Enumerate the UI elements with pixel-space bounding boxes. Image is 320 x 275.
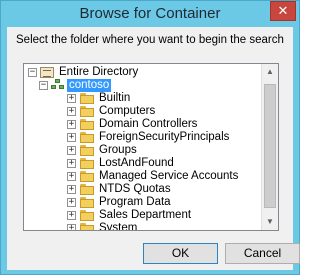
tree-node-contoso[interactable]: − contoso <box>24 79 260 92</box>
expand-icon[interactable]: + <box>67 159 76 168</box>
tree-node-ntds-quotas[interactable]: + NTDS Quotas <box>24 183 260 196</box>
window-title: Browse for Container <box>79 5 221 22</box>
folder-icon <box>80 106 94 117</box>
tree-node-label: System <box>99 222 138 230</box>
folder-icon <box>80 132 94 143</box>
tree-node-label: Domain Controllers <box>99 118 198 130</box>
tree-node-groups[interactable]: + Groups <box>24 144 260 157</box>
expand-icon[interactable]: + <box>67 198 76 207</box>
instruction-text: Select the folder where you want to begi… <box>16 34 284 46</box>
collapse-icon[interactable]: − <box>28 68 37 77</box>
tree-node-label: LostAndFound <box>99 157 174 169</box>
tree-node-label: ForeignSecurityPrincipals <box>99 131 230 143</box>
tree-node-builtin[interactable]: + Builtin <box>24 92 260 105</box>
tree-node-label: Builtin <box>99 92 131 104</box>
scroll-up-icon[interactable]: ▲ <box>262 64 278 80</box>
container-tree-view[interactable]: − Entire Directory − contoso + Builtin +… <box>23 63 279 231</box>
folder-icon <box>80 145 94 156</box>
tree-node-computers[interactable]: + Computers <box>24 105 260 118</box>
tree-node-label: Groups <box>99 144 137 156</box>
cancel-button[interactable]: Cancel <box>225 243 300 264</box>
folder-icon <box>80 171 94 182</box>
title-bar[interactable]: Browse for Container ✕ <box>1 1 299 27</box>
expand-icon[interactable]: + <box>67 120 76 129</box>
tree-node-domain-controllers[interactable]: + Domain Controllers <box>24 118 260 131</box>
tree-node-entire-directory[interactable]: − Entire Directory <box>24 66 260 79</box>
ok-button[interactable]: OK <box>143 243 218 264</box>
tree-node-label: Sales Department <box>99 209 192 221</box>
folder-icon <box>80 158 94 169</box>
directory-icon <box>40 67 54 78</box>
tree-node-label: contoso <box>67 79 112 92</box>
expand-icon[interactable]: + <box>67 133 76 142</box>
tree-node-label: Entire Directory <box>59 66 139 78</box>
domain-icon <box>51 79 65 91</box>
folder-icon <box>80 119 94 130</box>
dialog-body: Select the folder where you want to begi… <box>7 27 300 270</box>
expand-icon[interactable]: + <box>67 211 76 220</box>
tree-node-label: Managed Service Accounts <box>99 170 239 182</box>
folder-icon <box>80 93 94 104</box>
expand-icon[interactable]: + <box>67 94 76 103</box>
tree-node-program-data[interactable]: + Program Data <box>24 196 260 209</box>
tree-content: − Entire Directory − contoso + Builtin +… <box>24 64 262 230</box>
folder-icon <box>80 184 94 195</box>
expand-icon[interactable]: + <box>67 146 76 155</box>
folder-icon <box>80 210 94 221</box>
close-icon: ✕ <box>277 3 289 18</box>
tree-node-label: NTDS Quotas <box>99 183 171 195</box>
vertical-scrollbar[interactable]: ▲ ▼ <box>261 64 278 230</box>
tree-node-sales-department[interactable]: + Sales Department <box>24 209 260 222</box>
tree-node-managed-service-accounts[interactable]: + Managed Service Accounts <box>24 170 260 183</box>
tree-node-foreign-security-principals[interactable]: + ForeignSecurityPrincipals <box>24 131 260 144</box>
expand-icon[interactable]: + <box>67 185 76 194</box>
browse-dialog: Browse for Container ✕ Select the folder… <box>0 0 300 275</box>
tree-node-system[interactable]: + System <box>24 222 260 230</box>
folder-icon <box>80 223 94 230</box>
folder-icon <box>80 197 94 208</box>
expand-icon[interactable]: + <box>67 224 76 230</box>
tree-node-label: Program Data <box>99 196 171 208</box>
tree-node-lost-and-found[interactable]: + LostAndFound <box>24 157 260 170</box>
tree-node-label: Computers <box>99 105 156 117</box>
expand-icon[interactable]: + <box>67 172 76 181</box>
scrollbar-thumb[interactable] <box>264 84 276 208</box>
scroll-down-icon[interactable]: ▼ <box>262 214 278 230</box>
expand-icon[interactable]: + <box>67 107 76 116</box>
close-button[interactable]: ✕ <box>270 1 296 21</box>
collapse-icon[interactable]: − <box>39 81 48 90</box>
